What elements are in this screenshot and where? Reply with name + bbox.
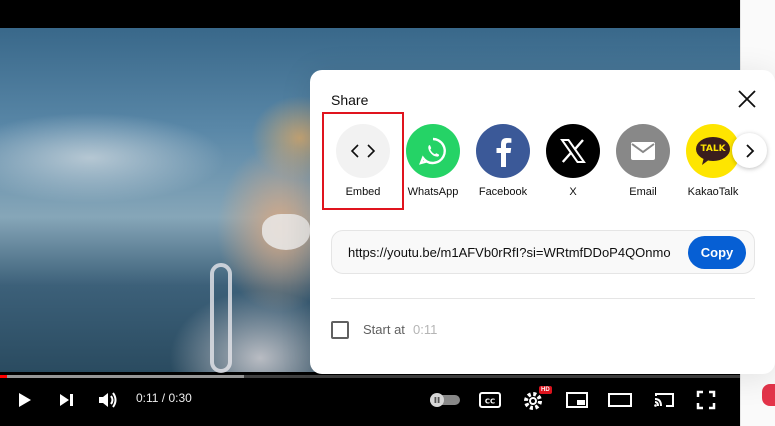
time-display: 0:11 / 0:30: [136, 391, 192, 405]
share-dialog: Share Embed WhatsApp Facebook X Email TA…: [310, 70, 775, 374]
closed-captions-icon: CC: [479, 392, 501, 408]
share-link-box: https://youtu.be/m1AFVb0rRfI?si=WRtmfDDo…: [331, 230, 755, 274]
start-at-label: Start at: [363, 322, 405, 337]
share-link-url[interactable]: https://youtu.be/m1AFVb0rRfI?si=WRtmfDDo…: [348, 245, 678, 260]
next-video-button[interactable]: [52, 388, 80, 412]
theater-mode-button[interactable]: [606, 388, 634, 412]
close-icon: [738, 90, 756, 108]
svg-text:CC: CC: [485, 398, 495, 406]
share-target-label: WhatsApp: [407, 186, 459, 198]
skip-next-icon: [60, 394, 73, 406]
share-target-label: X: [569, 186, 577, 198]
theater-mode-icon: [608, 393, 632, 407]
start-at-checkbox[interactable]: [331, 321, 349, 339]
hd-badge: HD: [539, 386, 552, 394]
close-button[interactable]: [736, 88, 758, 110]
miniplayer-button[interactable]: [563, 388, 591, 412]
cast-button[interactable]: [650, 388, 678, 412]
x-icon: [560, 139, 586, 163]
screen: 0:11 / 0:30 CC HD Share Embed WhatsApp F…: [0, 0, 775, 426]
share-target-email[interactable]: Email: [610, 124, 676, 198]
fullscreen-button[interactable]: [692, 388, 720, 412]
play-button[interactable]: [10, 388, 38, 412]
page-edge-icon: [762, 384, 775, 406]
email-icon: [631, 142, 655, 160]
autoplay-toggle[interactable]: [428, 388, 462, 412]
start-at-time[interactable]: 0:11: [413, 322, 437, 337]
dialog-title: Share: [331, 92, 369, 108]
autoplay-toggle-icon: [430, 393, 460, 407]
share-target-label: KakaoTalk: [687, 186, 739, 198]
whatsapp-icon: [418, 137, 446, 165]
miniplayer-icon: [566, 392, 588, 408]
fullscreen-icon: [696, 390, 716, 410]
share-target-facebook-circle: [476, 124, 530, 178]
video-content-rail: [210, 263, 232, 373]
subtitles-button[interactable]: CC: [476, 388, 504, 412]
share-target-whatsapp[interactable]: WhatsApp: [400, 124, 466, 198]
volume-icon: [99, 392, 117, 408]
embed-highlight-box: [322, 112, 404, 210]
share-target-label: Email: [629, 186, 657, 198]
share-targets-next-button[interactable]: [732, 133, 767, 168]
player-controls: 0:11 / 0:30 CC HD: [0, 378, 740, 426]
copy-button[interactable]: Copy: [688, 236, 746, 269]
share-target-facebook[interactable]: Facebook: [470, 124, 536, 198]
share-target-x-circle: [546, 124, 600, 178]
divider: [331, 298, 755, 299]
settings-button[interactable]: HD: [520, 386, 552, 412]
facebook-icon: [496, 138, 512, 167]
share-target-label: Facebook: [478, 186, 528, 198]
chevron-right-icon: [745, 143, 754, 158]
share-target-email-circle: [616, 124, 670, 178]
play-icon: [19, 393, 31, 407]
mute-button[interactable]: [94, 388, 122, 412]
cast-icon: [654, 393, 674, 407]
share-target-x[interactable]: X: [540, 124, 606, 198]
share-target-whatsapp-circle: [406, 124, 460, 178]
video-content-detail: [262, 214, 310, 250]
